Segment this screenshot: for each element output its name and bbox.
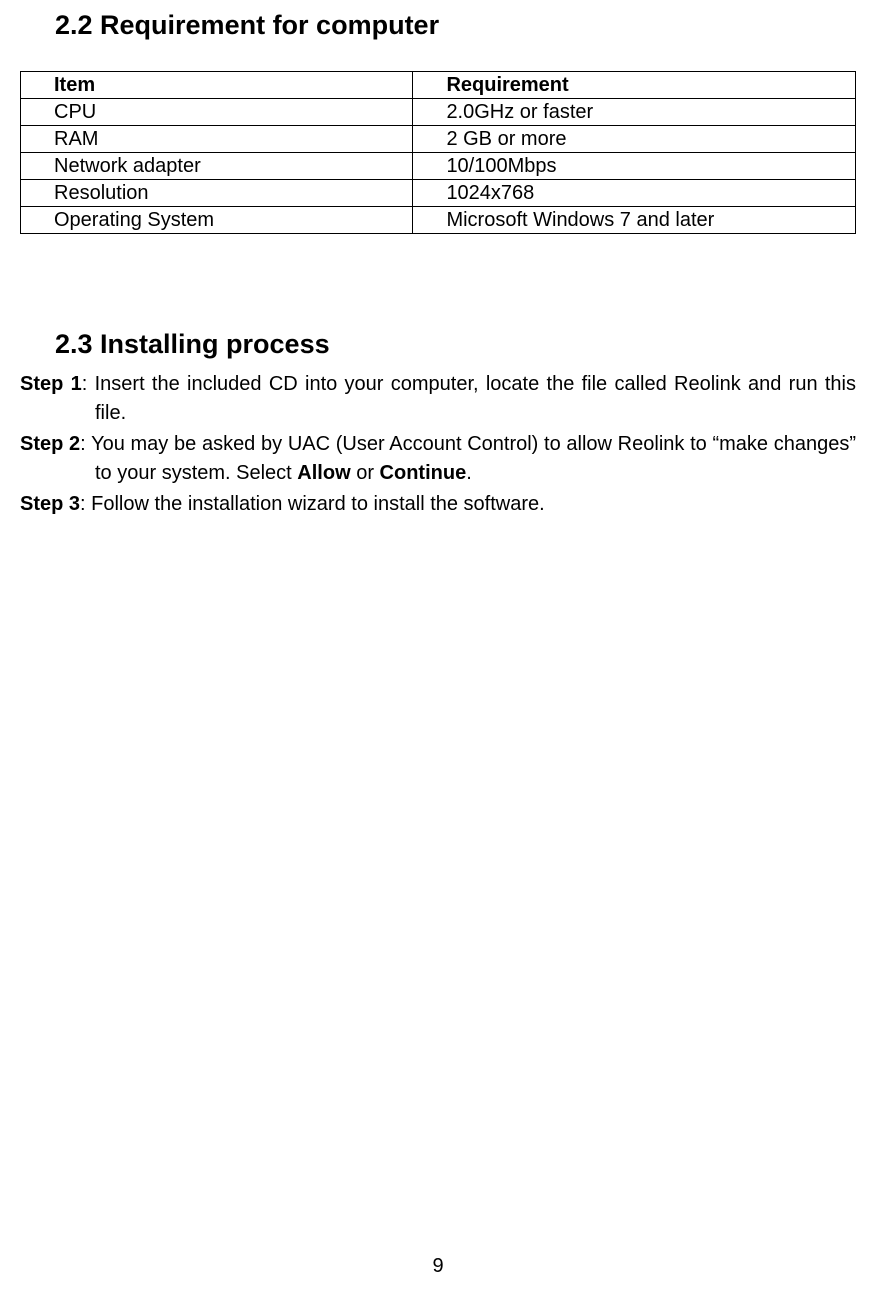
table-row: Network adapter 10/100Mbps — [21, 153, 856, 180]
cell-item: Resolution — [21, 180, 413, 207]
table-row: Resolution 1024x768 — [21, 180, 856, 207]
cell-item: Operating System — [21, 207, 413, 234]
step-3: Step 3: Follow the installation wizard t… — [20, 490, 856, 519]
cell-item: Network adapter — [21, 153, 413, 180]
cell-req: 1024x768 — [413, 180, 856, 207]
table-row: CPU 2.0GHz or faster — [21, 99, 856, 126]
step-label: Step 3 — [20, 493, 80, 515]
cell-req: 2 GB or more — [413, 126, 856, 153]
cell-req: 10/100Mbps — [413, 153, 856, 180]
step-or: or — [351, 462, 380, 484]
install-steps: Step 1: Insert the included CD into your… — [20, 370, 856, 519]
cell-req: Microsoft Windows 7 and later — [413, 207, 856, 234]
step-text: : Insert the included CD into your compu… — [82, 373, 856, 424]
step-2: Step 2: You may be asked by UAC (User Ac… — [20, 430, 856, 488]
cell-req: 2.0GHz or faster — [413, 99, 856, 126]
step-label: Step 1 — [20, 373, 82, 395]
cell-item: RAM — [21, 126, 413, 153]
section-2-2-heading: 2.2 Requirement for computer — [55, 10, 856, 41]
table-header-item: Item — [21, 72, 413, 99]
requirements-table: Item Requirement CPU 2.0GHz or faster RA… — [20, 71, 856, 234]
step-continue: Continue — [380, 462, 467, 484]
step-end: . — [466, 462, 472, 484]
step-text: : Follow the installation wizard to inst… — [80, 493, 545, 515]
table-row: RAM 2 GB or more — [21, 126, 856, 153]
step-allow: Allow — [297, 462, 350, 484]
table-header-req: Requirement — [413, 72, 856, 99]
table-header-row: Item Requirement — [21, 72, 856, 99]
section-2-3-heading: 2.3 Installing process — [55, 329, 856, 360]
table-row: Operating System Microsoft Windows 7 and… — [21, 207, 856, 234]
step-1: Step 1: Insert the included CD into your… — [20, 370, 856, 428]
page-number: 9 — [0, 1255, 876, 1278]
step-label: Step 2 — [20, 433, 80, 455]
cell-item: CPU — [21, 99, 413, 126]
